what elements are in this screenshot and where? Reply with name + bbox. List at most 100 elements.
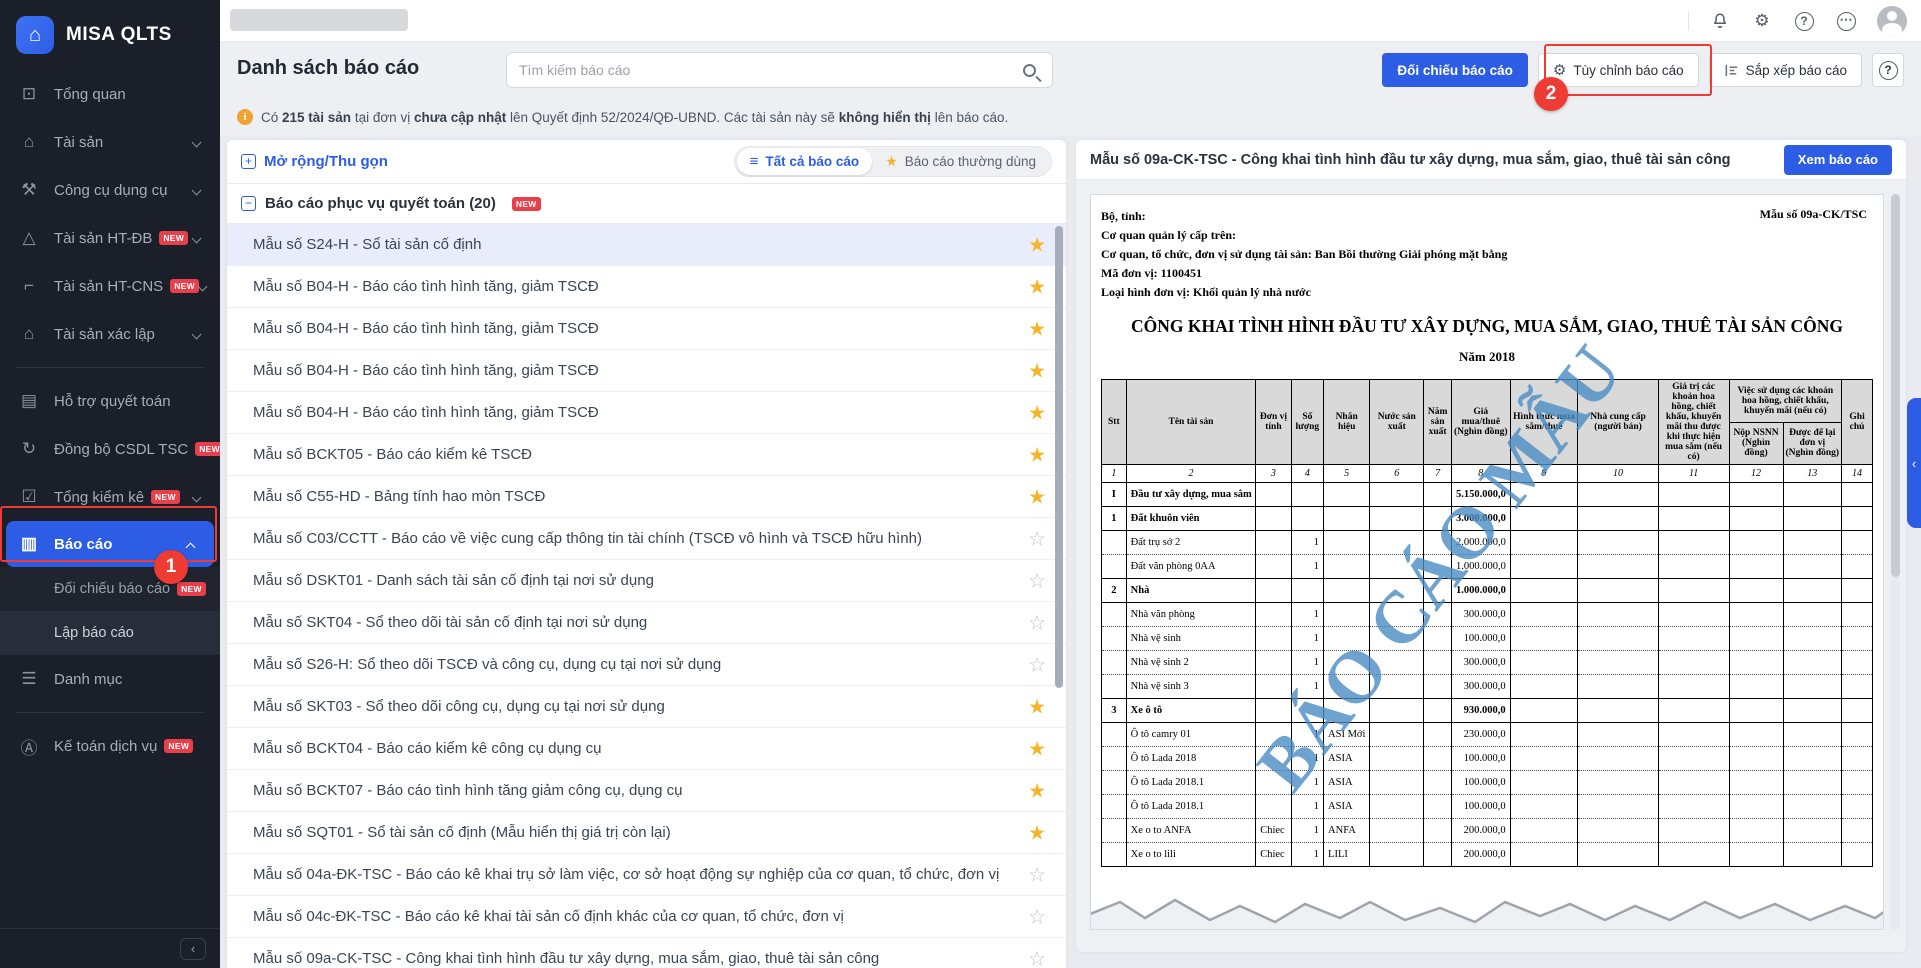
report-list-item[interactable]: Mẫu số B04-H - Báo cáo tình hình tăng, g… [227, 266, 1066, 308]
favorite-star-icon[interactable] [1028, 400, 1046, 425]
report-list-item[interactable]: Mẫu số 04a-ĐK-TSC - Báo cáo kê khai trụ … [227, 854, 1066, 896]
tab-all-reports[interactable]: Tất cả báo cáo [737, 148, 873, 175]
sidebar-item-label: Đối chiếu báo cáo [54, 581, 170, 597]
redacted-org-title [230, 9, 408, 31]
sidebar-item[interactable]: ⌐ Tài sản HT-CNS NEW [0, 262, 220, 310]
preview-scrollbar[interactable] [1891, 194, 1900, 930]
expand-collapse-toggle[interactable]: Mở rộng/Thu gọn [241, 153, 388, 170]
sidebar-item[interactable] [16, 367, 204, 368]
sidebar-item[interactable]: ⚒ Công cụ dụng cụ [0, 166, 220, 214]
column-number: 12 [1729, 465, 1783, 483]
misa-logo-icon: ⌂ [16, 16, 54, 54]
favorite-star-icon[interactable] [1028, 316, 1046, 341]
report-list-item[interactable]: Mẫu số SKT03 - Sổ theo dõi công cụ, dụng… [227, 686, 1066, 728]
preview-scrollbar-thumb[interactable] [1891, 194, 1900, 577]
help-icon[interactable] [1793, 10, 1815, 32]
report-list-item[interactable]: Mẫu số S26-H: Sổ theo dõi TSCĐ và công c… [227, 644, 1066, 686]
favorite-star-icon[interactable] [1028, 568, 1046, 593]
app-name: MISA QLTS [66, 24, 172, 46]
sidebar-item[interactable]: ⊡ Tổng quan [0, 70, 220, 118]
help-button[interactable] [1872, 53, 1904, 87]
column-number: 10 [1578, 465, 1658, 483]
report-list-item[interactable]: Mẫu số BCKT07 - Báo cáo tình hình tăng g… [227, 770, 1066, 812]
warning-banner: Có 215 tài sản tại đơn vị chưa cập nhật … [220, 98, 1921, 136]
form-number: Mẫu số 09a-CK/TSC [1760, 207, 1867, 222]
chevron-down-icon [192, 137, 202, 147]
chevron-down-icon [186, 542, 196, 552]
favorite-star-icon[interactable] [1028, 610, 1046, 635]
document-year: Năm 2018 [1101, 349, 1873, 365]
report-item-label: Mẫu số 04c-ĐK-TSC - Báo cáo kê khai tài … [253, 908, 844, 925]
sidebar-item[interactable] [16, 712, 204, 713]
report-list-item[interactable]: Mẫu số SQT01 - Sổ tài sản cố định (Mẫu h… [227, 812, 1066, 854]
report-list-item[interactable]: Mẫu số B04-H - Báo cáo tình hình tăng, g… [227, 350, 1066, 392]
favorite-star-icon[interactable] [1028, 274, 1046, 299]
column-number: 3 [1256, 465, 1291, 483]
favorite-star-icon[interactable] [1028, 232, 1046, 257]
topbar-divider [1688, 11, 1689, 31]
panel-expand-handle[interactable] [1907, 398, 1921, 528]
report-item-label: Mẫu số SKT04 - Sổ theo dõi tài sản cố đị… [253, 614, 647, 631]
sidebar-collapse-button[interactable] [180, 938, 206, 960]
report-list-item[interactable]: Mẫu số S24-H - Sổ tài sản cố định [227, 224, 1066, 266]
favorite-star-icon[interactable] [1028, 862, 1046, 887]
star-icon [885, 153, 898, 170]
favorite-star-icon[interactable] [1028, 694, 1046, 719]
report-list-item[interactable]: Mẫu số BCKT05 - Báo cáo kiểm kê TSCĐ [227, 434, 1066, 476]
report-list-item[interactable]: Mẫu số C03/CCTT - Báo cáo về việc cung c… [227, 518, 1066, 560]
search-input[interactable] [507, 62, 1023, 78]
compare-reports-button[interactable]: Đối chiếu báo cáo [1382, 53, 1528, 87]
toolbar: Danh sách báo cáo Đối chiếu báo cáo ⚙ Tù… [220, 42, 1921, 98]
report-list-item[interactable]: Mẫu số 04c-ĐK-TSC - Báo cáo kê khai tài … [227, 896, 1066, 938]
column-number: 2 [1126, 465, 1256, 483]
favorite-star-icon[interactable] [1028, 442, 1046, 467]
report-list-item[interactable]: Mẫu số C55-HD - Bảng tính hao mòn TSCĐ [227, 476, 1066, 518]
arrange-reports-button[interactable]: Sắp xếp báo cáo [1709, 53, 1862, 87]
settings-gear-icon[interactable]: ⚙ [1751, 10, 1773, 32]
report-list-item[interactable]: Mẫu số BCKT04 - Báo cáo kiểm kê công cụ … [227, 728, 1066, 770]
new-badge: NEW [177, 582, 206, 596]
sidebar-item[interactable]: Ⓐ Kế toán dịch vụ NEW [0, 722, 220, 770]
arrange-icon [1724, 63, 1739, 78]
customize-reports-button[interactable]: ⚙ Tùy chỉnh báo cáo [1538, 53, 1699, 87]
sidebar-item[interactable]: ▥ Báo cáo [6, 521, 214, 567]
report-table-row: I Đầu tư xây dựng, mua sắm 5.150.000,0 [1102, 483, 1873, 507]
user-avatar[interactable] [1877, 6, 1907, 36]
sidebar-item[interactable]: ↻ Đồng bộ CSDL TSC NEW [0, 425, 220, 473]
sidebar-item[interactable]: ☰ Danh mục [0, 655, 220, 703]
report-list-item[interactable]: Mẫu số 09a-CK-TSC - Công khai tình hình … [227, 938, 1066, 968]
favorite-star-icon[interactable] [1028, 736, 1046, 761]
gear-icon: ⚙ [1553, 61, 1566, 79]
favorite-star-icon[interactable] [1028, 778, 1046, 803]
favorite-star-icon[interactable] [1028, 358, 1046, 383]
sidebar-item-label: Tài sản xác lập [54, 326, 155, 343]
column-number: 6 [1370, 465, 1424, 483]
favorite-star-icon[interactable] [1028, 904, 1046, 929]
view-report-button[interactable]: Xem báo cáo [1784, 145, 1892, 175]
report-list-item[interactable]: Mẫu số SKT04 - Sổ theo dõi tài sản cố đị… [227, 602, 1066, 644]
sidebar-item[interactable]: Đối chiếu báo cáo NEW [0, 567, 220, 611]
accounting-service-icon: Ⓐ [18, 734, 40, 759]
assets-icon: ⌂ [18, 132, 40, 152]
sidebar-item[interactable]: Lập báo cáo [0, 611, 220, 655]
sidebar-item[interactable]: ⌂ Tài sản [0, 118, 220, 166]
report-list-item[interactable]: Mẫu số B04-H - Báo cáo tình hình tăng, g… [227, 308, 1066, 350]
sidebar-item[interactable]: △ Tài sản HT-ĐB NEW [0, 214, 220, 262]
favorite-star-icon[interactable] [1028, 526, 1046, 551]
tab-favorite-reports[interactable]: Báo cáo thường dùng [872, 148, 1049, 175]
favorite-star-icon[interactable] [1028, 820, 1046, 845]
sidebar-item[interactable]: ▤ Hỗ trợ quyết toán [0, 377, 220, 425]
report-group-header[interactable]: Báo cáo phục vụ quyết toán (20) NEW [227, 184, 1066, 224]
report-list-item[interactable]: Mẫu số DSKT01 - Danh sách tài sản cố địn… [227, 560, 1066, 602]
report-list-item[interactable]: Mẫu số B04-H - Báo cáo tình hình tăng, g… [227, 392, 1066, 434]
notification-bell-icon[interactable] [1709, 10, 1731, 32]
meta-line: Cơ quan, tổ chức, đơn vị sử dụng tài sản… [1101, 245, 1873, 264]
favorite-star-icon[interactable] [1028, 484, 1046, 509]
list-scrollbar-thumb[interactable] [1055, 226, 1063, 688]
sidebar-item[interactable]: ☑ Tổng kiểm kê NEW [0, 473, 220, 521]
sidebar-item[interactable]: ⌂ Tài sản xác lập [0, 310, 220, 358]
more-options-icon[interactable] [1835, 10, 1857, 32]
favorite-star-icon[interactable] [1028, 946, 1046, 968]
search-icon[interactable] [1023, 64, 1036, 77]
favorite-star-icon[interactable] [1028, 652, 1046, 677]
